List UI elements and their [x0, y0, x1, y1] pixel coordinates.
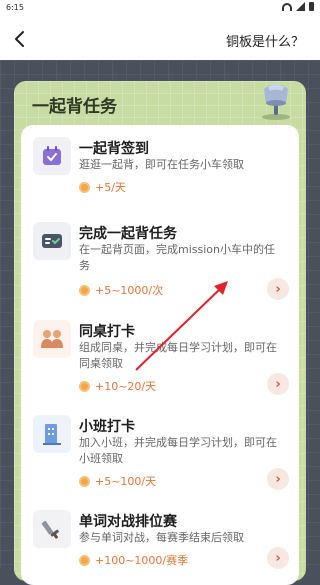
coin-icon — [79, 554, 90, 566]
task-item: 小班打卡 加入小班，并完成每日学习计划，即可在小班领取 +5~100/天 › — [21, 415, 299, 500]
task-reward: +10~20/天 — [79, 378, 156, 394]
task-item: 一起背签到 逛逛一起背，即可在任务小车领取 +5/天 — [21, 137, 299, 207]
coin-icon — [79, 380, 90, 392]
calendar-icon — [33, 137, 71, 175]
task-title: 单词对战排位赛 — [79, 514, 177, 530]
go-button[interactable]: › — [267, 278, 289, 300]
help-link[interactable]: 铜板是什么？ — [226, 31, 304, 50]
task-reward: +5/天 — [79, 179, 126, 195]
panel-title: 一起背任务 — [32, 97, 117, 117]
task-description: 组成同桌，并完成每日学习计划，即可在同桌领取 — [79, 341, 277, 370]
task-item: 完成一起背任务 在一起背页面，完成mission小车中的任务 +5~1000/次… — [21, 222, 299, 312]
task-title: 完成一起背任务 — [79, 226, 177, 242]
task-title: 一起背签到 — [79, 141, 149, 157]
battery-icon — [309, 2, 314, 11]
task-card-icon — [33, 222, 71, 260]
class-building-icon — [33, 415, 71, 453]
chevron-right-icon: › — [275, 281, 281, 297]
task-reward: +5~1000/次 — [79, 282, 163, 298]
status-bar: 6:15 — [0, 0, 320, 18]
status-icons — [282, 2, 314, 11]
signal-icon — [296, 2, 305, 11]
task-description: 加入小班，并完成每日学习计划，即可在小班领取 — [79, 436, 277, 465]
reward-amount: +5~100/天 — [95, 475, 157, 488]
chevron-right-icon: › — [275, 471, 281, 487]
task-description: 逛逛一起背，即可在任务小车领取 — [79, 158, 244, 171]
deskmate-icon — [33, 320, 71, 358]
chevron-right-icon: › — [275, 550, 281, 566]
reward-amount: +10~20/天 — [95, 380, 157, 393]
task-title: 小班打卡 — [79, 419, 135, 435]
pushpin-icon — [262, 84, 290, 120]
task-item: 同桌打卡 组成同桌，并完成每日学习计划，即可在同桌领取 +10~20/天 › — [21, 320, 299, 405]
task-title: 同桌打卡 — [79, 324, 135, 340]
task-list: 一起背签到 逛逛一起背，即可在任务小车领取 +5/天 完成一起背任务 在一起背页… — [21, 125, 299, 585]
go-button[interactable]: › — [267, 468, 289, 490]
coin-icon — [79, 475, 90, 487]
reward-amount: +5~1000/次 — [95, 284, 164, 297]
reward-amount: +100~1000/赛季 — [95, 554, 189, 567]
status-time: 6:15 — [6, 3, 24, 12]
wifi-icon — [282, 2, 292, 11]
task-reward: +5~100/天 — [79, 473, 156, 489]
task-description: 在一起背页面，完成mission小车中的任务 — [79, 243, 275, 272]
chevron-right-icon: › — [275, 376, 281, 392]
task-description: 参与单词对战，每赛季结束后领取 — [79, 531, 244, 544]
back-button[interactable] — [8, 26, 34, 52]
sword-icon — [33, 510, 71, 548]
back-arrow-icon — [15, 31, 24, 47]
coin-icon — [79, 284, 90, 296]
top-bar: 铜板是什么？ — [0, 18, 320, 60]
go-button[interactable]: › — [267, 547, 289, 569]
task-reward: +100~1000/赛季 — [79, 552, 188, 568]
task-item: 单词对战排位赛 参与单词对战，每赛季结束后领取 +100~1000/赛季 › — [21, 510, 299, 585]
reward-amount: +5/天 — [95, 181, 126, 194]
go-button[interactable]: › — [267, 373, 289, 395]
coin-icon — [79, 181, 90, 193]
